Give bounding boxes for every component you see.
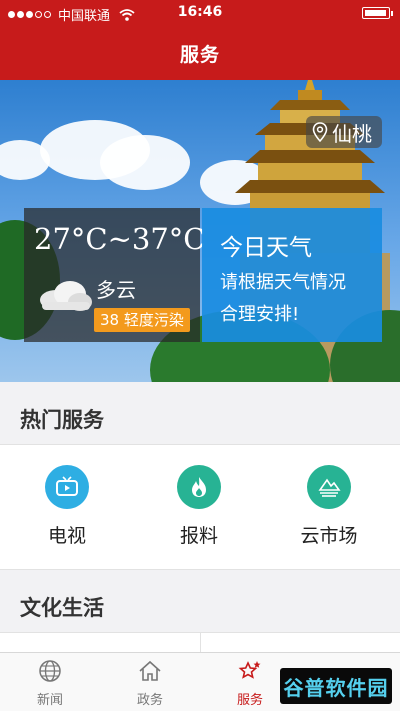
- hot-services-header: 热门服务: [0, 382, 400, 444]
- market-icon: [307, 465, 351, 509]
- section-title: 文化生活: [20, 596, 104, 620]
- tab-label: 服务: [236, 693, 263, 708]
- service-label: 报料: [179, 525, 218, 547]
- sky-cloud: [0, 140, 50, 180]
- service-cloud-market[interactable]: 云市场: [284, 465, 374, 548]
- service-report[interactable]: 报料: [154, 465, 244, 548]
- hot-services-grid: 电视 报料 云市场: [0, 444, 400, 570]
- tab-government[interactable]: 政务: [110, 659, 190, 708]
- sky-cloud: [100, 135, 190, 190]
- weather-advice-card: 今日天气 请根据天气情况 合理安排!: [202, 208, 382, 342]
- flame-icon: [177, 465, 221, 509]
- top-bar: 中国联通 16:46 服务: [0, 0, 400, 80]
- location-pin-icon: [312, 122, 328, 142]
- tv-icon: [45, 465, 89, 509]
- advice-line-1: 请根据天气情况: [220, 272, 346, 293]
- tab-services[interactable]: 服务: [210, 659, 290, 708]
- today-weather-title: 今日天气: [220, 235, 312, 261]
- temperature-range: 27°C~37°C: [34, 222, 206, 256]
- culture-header: 文化生活: [0, 570, 400, 632]
- advice-line-2: 合理安排!: [220, 304, 300, 325]
- section-title: 热门服务: [20, 408, 104, 432]
- culture-grid: [0, 632, 400, 653]
- globe-icon: [39, 660, 61, 682]
- tab-label: 政务: [136, 693, 163, 708]
- star-icon: [238, 661, 261, 679]
- home-icon: [139, 660, 161, 681]
- tab-news[interactable]: 新闻: [10, 659, 90, 708]
- battery-icon: [362, 7, 393, 19]
- clock: 16:46: [177, 4, 223, 20]
- weather-banner[interactable]: 仙桃 27°C~37°C 多云 38 轻度污染 今日天气 请根据天气情况 合理安…: [0, 80, 400, 382]
- service-label: 云市场: [300, 525, 358, 547]
- location-label: 仙桃: [332, 121, 372, 146]
- service-label: 电视: [47, 525, 86, 547]
- tab-label: 新闻: [36, 693, 63, 708]
- aqi-badge: 38 轻度污染: [94, 308, 190, 332]
- page-title: 服务: [179, 44, 220, 66]
- location-badge[interactable]: 仙桃: [306, 116, 382, 148]
- watermark-logo: 谷普软件园: [280, 668, 392, 704]
- cloudy-icon: [40, 281, 92, 311]
- weather-summary: 27°C~37°C 多云 38 轻度污染: [24, 208, 205, 342]
- status-bar: 中国联通 16:46: [0, 0, 400, 26]
- weather-condition: 多云: [96, 278, 136, 302]
- service-tv[interactable]: 电视: [22, 465, 112, 548]
